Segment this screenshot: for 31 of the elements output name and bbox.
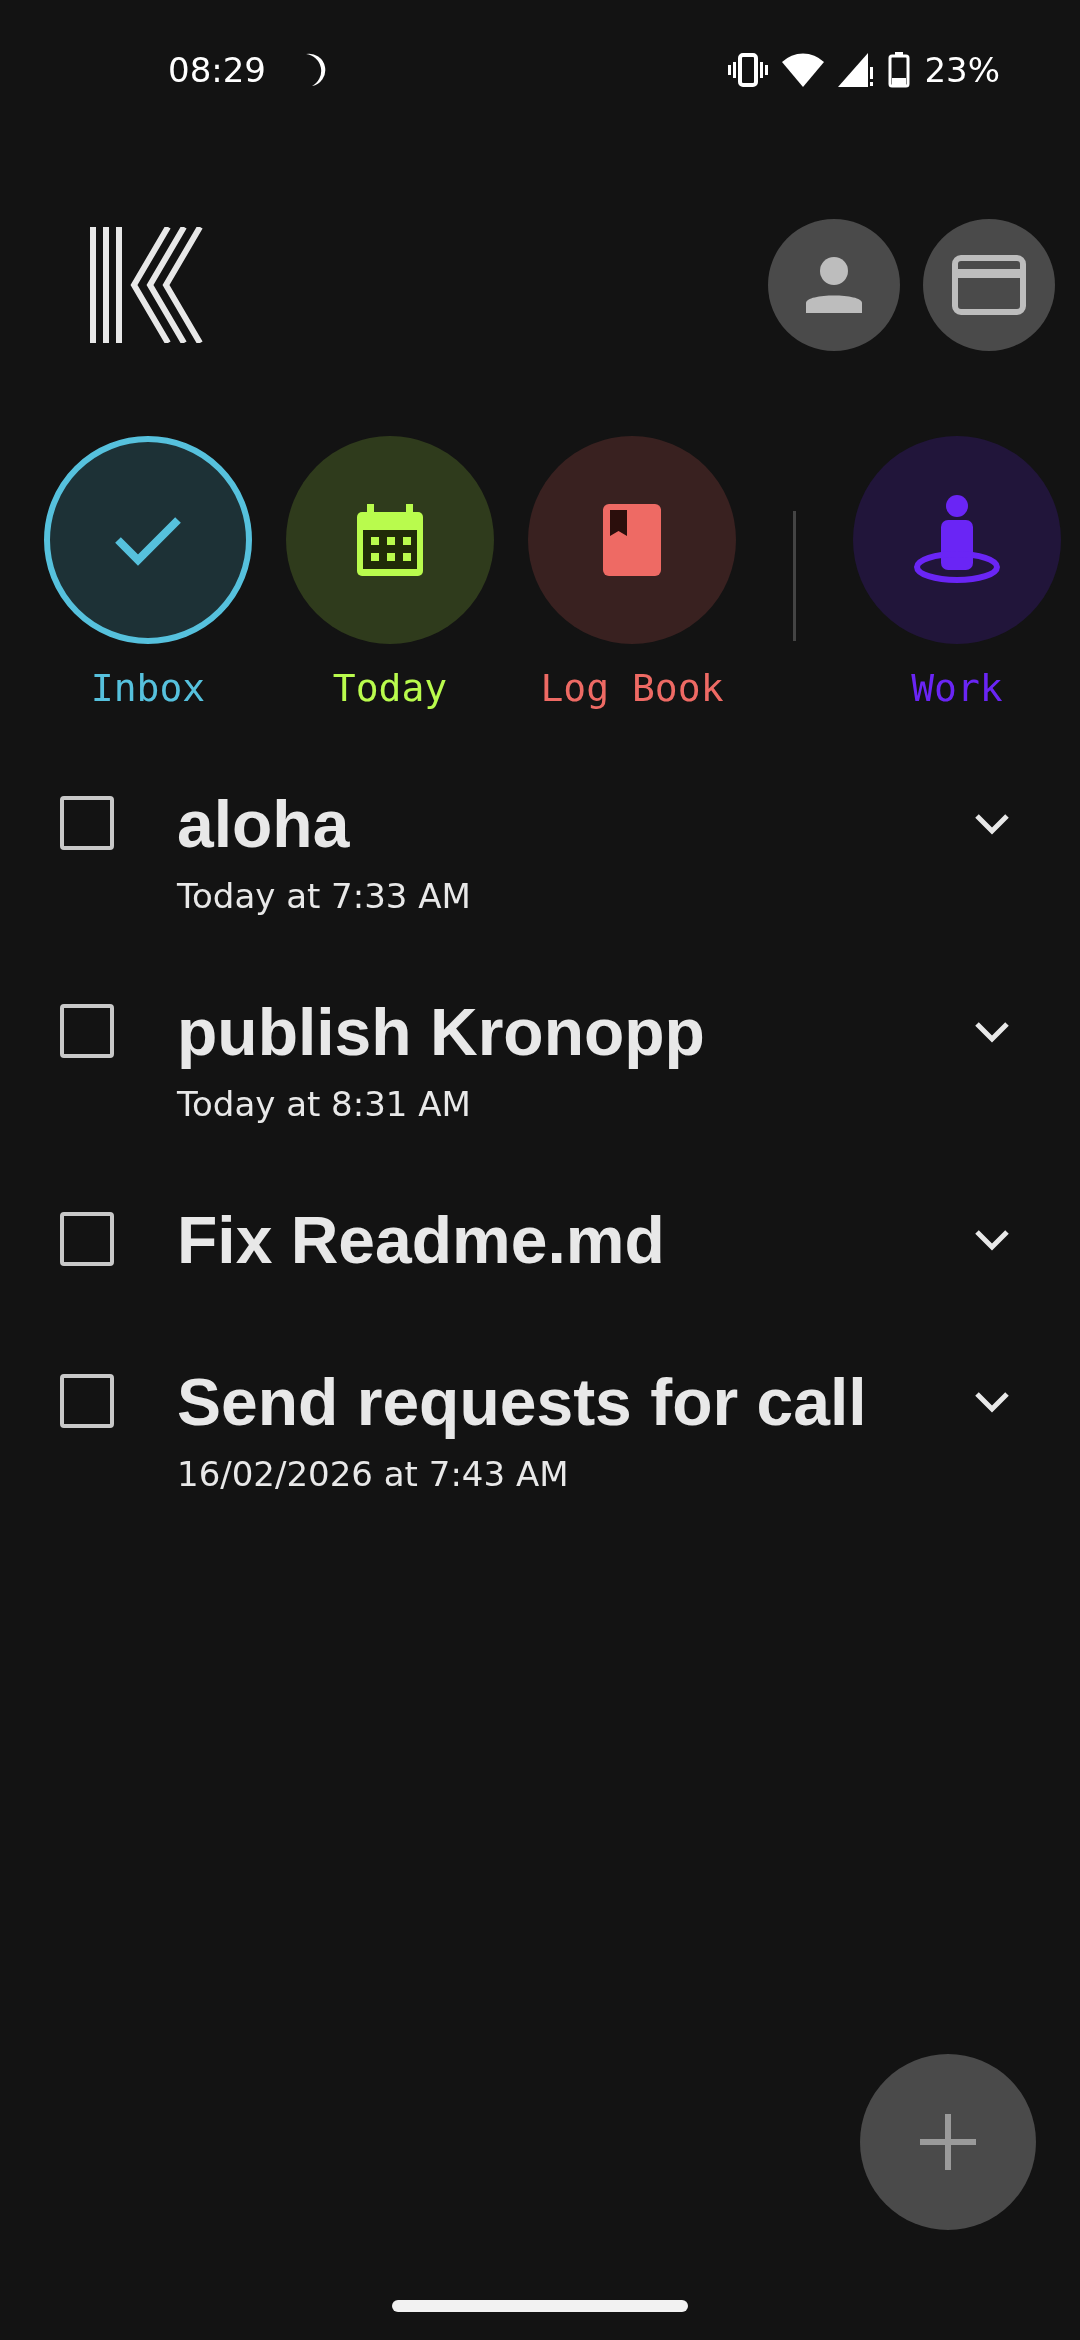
task-time: Today at 8:31 AM [177,1083,472,1126]
task-title: aloha [177,786,351,863]
person-on-spot-icon [913,495,1001,585]
checkbox[interactable] [60,1212,114,1266]
status-time: 08:29 [168,50,266,90]
category-tab[interactable]: Inbox [33,436,263,710]
task-title: publish Kronopp [177,994,706,1071]
wifi-icon [782,53,825,87]
plus-icon [920,2114,976,2170]
checkmark-icon [112,514,184,566]
person-icon [804,257,864,313]
task-title: Send requests for call [177,1364,867,1441]
task-time: 16/02/2026 at 7:43 AM [177,1453,570,1496]
calendar-icon [357,504,423,576]
chevron-down-icon[interactable] [974,813,1010,835]
checkbox[interactable] [60,1374,114,1428]
chevron-down-icon[interactable] [974,1021,1010,1043]
battery-icon [888,52,911,88]
task-time: Today at 7:33 AM [177,875,472,918]
task-title: Fix Readme.md [177,1202,666,1279]
checkbox[interactable] [60,1004,114,1058]
signal-icon [838,53,875,87]
chevron-down-icon[interactable] [974,1391,1010,1413]
category-tab[interactable]: Today [275,436,505,710]
checkbox[interactable] [60,796,114,850]
category-tab[interactable]: Log Book [517,436,747,710]
card-icon [952,255,1026,315]
chevron-down-icon[interactable] [974,1229,1010,1251]
vibrate-icon [728,53,769,87]
battery-percentage: 23% [924,50,1000,90]
book-icon [603,504,661,576]
